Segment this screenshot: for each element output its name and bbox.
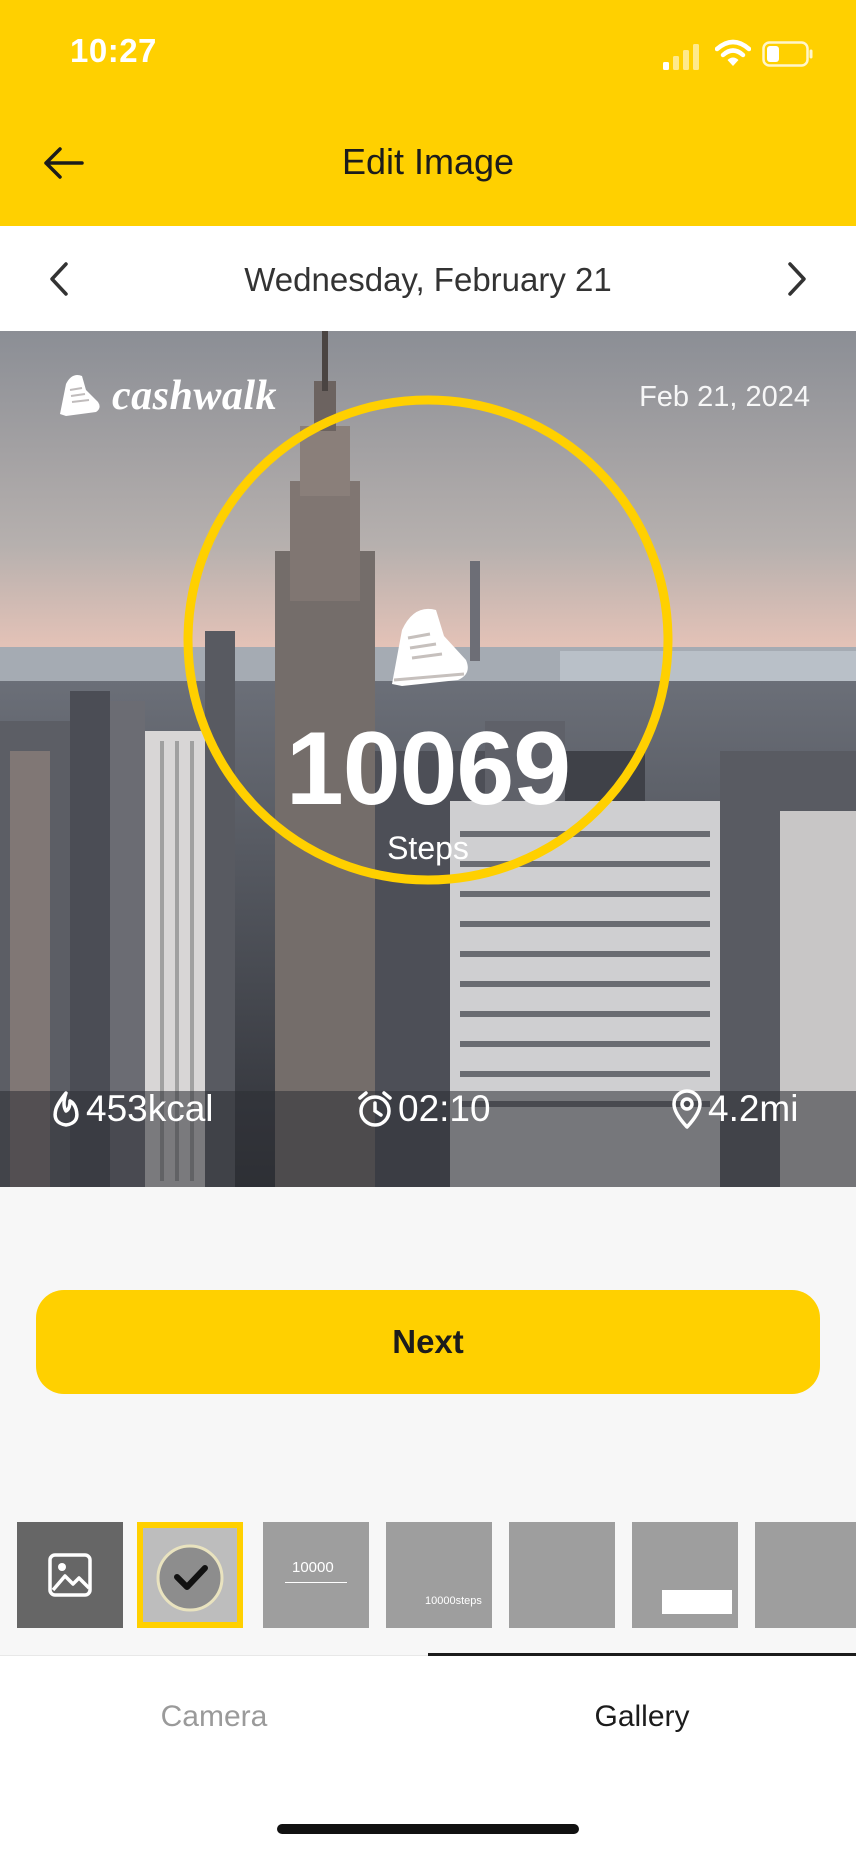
active-tab-indicator (428, 1653, 856, 1656)
step-count: 10069 (285, 711, 571, 827)
calories-value: 453kcal (86, 1088, 214, 1129)
check-icon (156, 1544, 224, 1612)
photo-date: Feb 21, 2024 (639, 381, 810, 413)
template-thumbnail-selected[interactable] (137, 1522, 243, 1628)
calories-stat: 453kcal (50, 1088, 214, 1130)
image-icon (48, 1553, 92, 1597)
chevron-right-icon[interactable] (778, 258, 814, 300)
home-indicator (277, 1824, 579, 1834)
open-gallery-button[interactable] (17, 1522, 123, 1628)
flame-icon (53, 1091, 79, 1127)
status-time: 10:27 (70, 32, 157, 69)
duration-value: 02:10 (398, 1088, 491, 1129)
template-thumbnail[interactable] (755, 1522, 856, 1628)
location-pin-icon (672, 1089, 702, 1129)
next-button[interactable]: Next (36, 1290, 820, 1394)
cashwalk-shoe-logo-icon (60, 375, 100, 416)
page-title: Edit Image (341, 141, 515, 182)
distance-value: 4.2mi (708, 1088, 799, 1129)
tab-gallery[interactable]: Gallery (428, 1700, 856, 1734)
brand-wordmark: cashwalk (112, 373, 278, 419)
battery-icon (762, 41, 813, 67)
template-thumbnail[interactable] (632, 1522, 738, 1628)
distance-stat: 4.2mi (670, 1088, 798, 1130)
alarm-clock-icon (358, 1091, 392, 1127)
wifi-icon (715, 39, 751, 66)
tab-camera[interactable]: Camera (0, 1700, 428, 1734)
duration-stat: 02:10 (356, 1088, 491, 1130)
steps-label: Steps (387, 830, 469, 866)
sneaker-icon (392, 608, 468, 686)
template-thumbnail[interactable] (509, 1522, 615, 1628)
template-thumbnail[interactable]: 10000 (263, 1522, 369, 1628)
template-thumbnail[interactable]: 10000steps (386, 1522, 492, 1628)
selected-date: Wednesday, February 21 (244, 261, 612, 298)
cellular-signal-icon (663, 44, 699, 70)
